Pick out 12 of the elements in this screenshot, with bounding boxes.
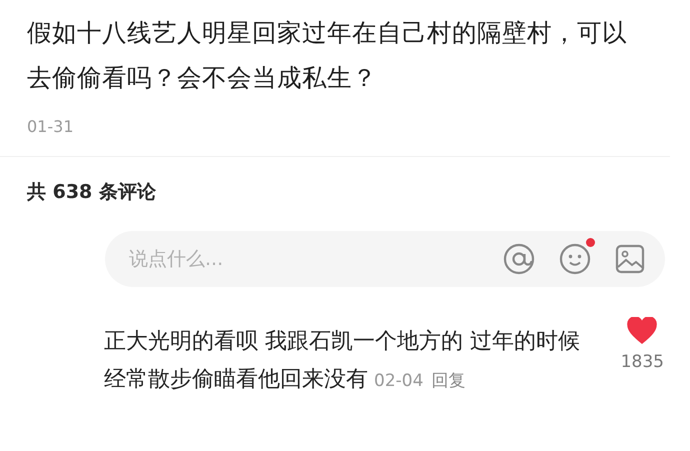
post-title: 假如十八线艺人明星回家过年在自己村的隔壁村，可以去偷偷看吗？会不会当成私生？	[27, 17, 628, 94]
like-count: 1835	[620, 352, 664, 372]
reply-link[interactable]: 回复	[431, 371, 466, 391]
mention-icon[interactable]	[503, 243, 535, 275]
smiley-icon[interactable]	[559, 243, 591, 275]
comment-date: 02-04	[374, 371, 424, 391]
post-date: 01-31	[27, 117, 74, 136]
comment-count: 共 638 条评论	[27, 180, 157, 205]
image-icon[interactable]	[615, 244, 645, 274]
heart-icon[interactable]	[627, 317, 658, 344]
comment-text: 正大光明的看呗 我跟石凯一个地方的 过年的时候经常散步偷瞄看他回来没有 02-04 回复	[104, 328, 581, 394]
comment-input[interactable]: 说点什么...	[105, 231, 665, 287]
